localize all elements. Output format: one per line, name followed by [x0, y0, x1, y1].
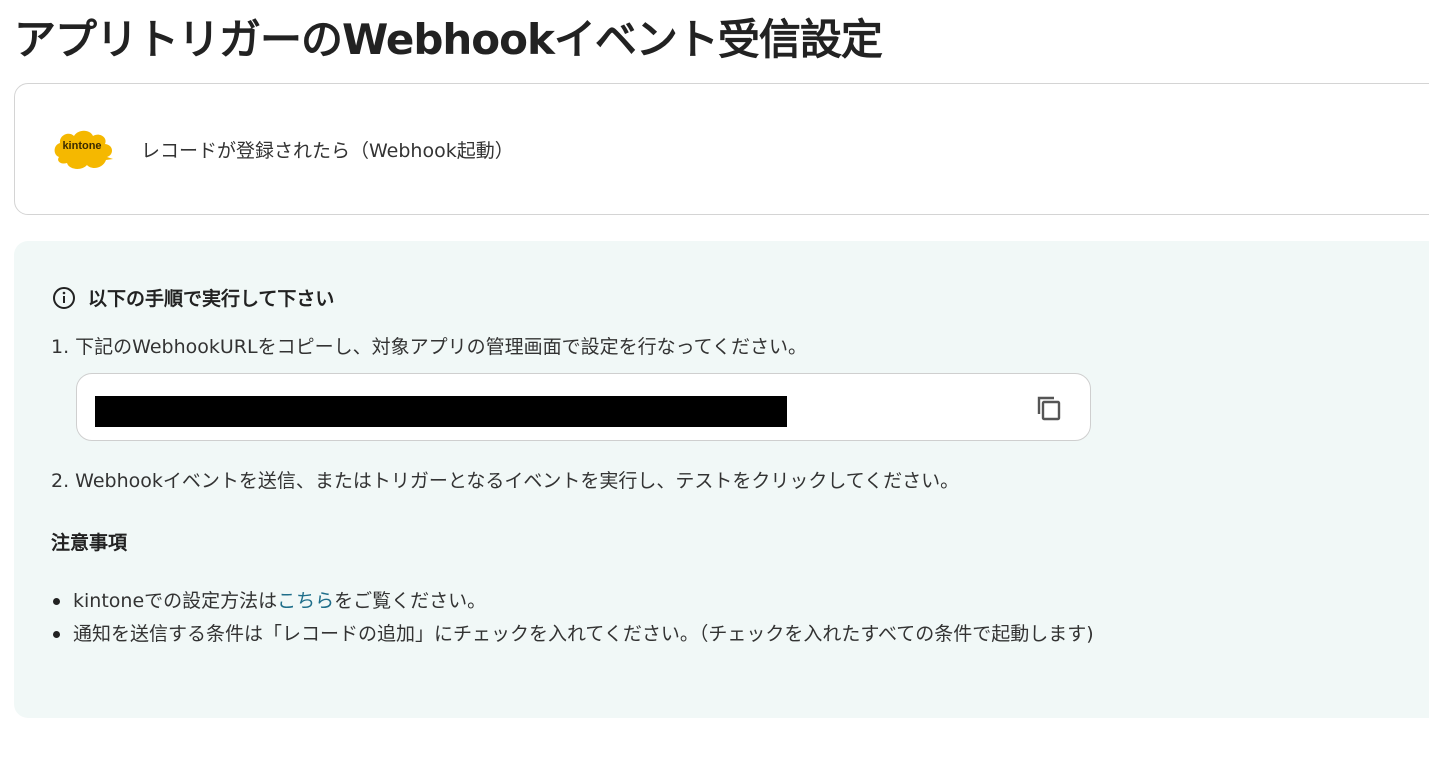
info-icon — [53, 286, 75, 309]
copy-icon — [1037, 396, 1061, 421]
notes-list: kintoneでの設定方法はこちらをご覧ください。 通知を送信する条件は「レコー… — [51, 585, 1094, 651]
kintone-logo: kintone — [53, 127, 115, 171]
instructions-heading: 以下の手順で実行して下さい — [52, 284, 334, 311]
webhook-url-field[interactable] — [76, 373, 1091, 441]
instructions-heading-text: 以下の手順で実行して下さい — [88, 288, 335, 310]
step-1-text: 1. 下記のWebhookURLをコピーし、対象アプリの管理画面で設定を行なって… — [51, 336, 808, 358]
list-item: 通知を送信する条件は「レコードの追加」にチェックを入れてください。（チェックを入… — [51, 618, 1094, 651]
list-item: kintoneでの設定方法はこちらをご覧ください。 — [51, 585, 1094, 618]
page-title: アプリトリガーのWebhookイベント受信設定 — [14, 15, 883, 64]
notes-heading: 注意事項 — [51, 532, 128, 554]
step-2-text: 2. Webhookイベントを送信、またはトリガーとなるイベントを実行し、テスト… — [51, 470, 960, 492]
setup-guide-link[interactable]: こちら — [277, 590, 334, 612]
trigger-name: レコードが登録されたら（Webhook起動） — [141, 139, 514, 162]
instructions-panel: 以下の手順で実行して下さい 1. 下記のWebhookURLをコピーし、対象アプ… — [14, 241, 1429, 718]
webhook-url-value — [95, 396, 787, 427]
copy-button[interactable] — [1033, 392, 1065, 424]
trigger-card: kintone レコードが登録されたら（Webhook起動） — [14, 83, 1429, 215]
